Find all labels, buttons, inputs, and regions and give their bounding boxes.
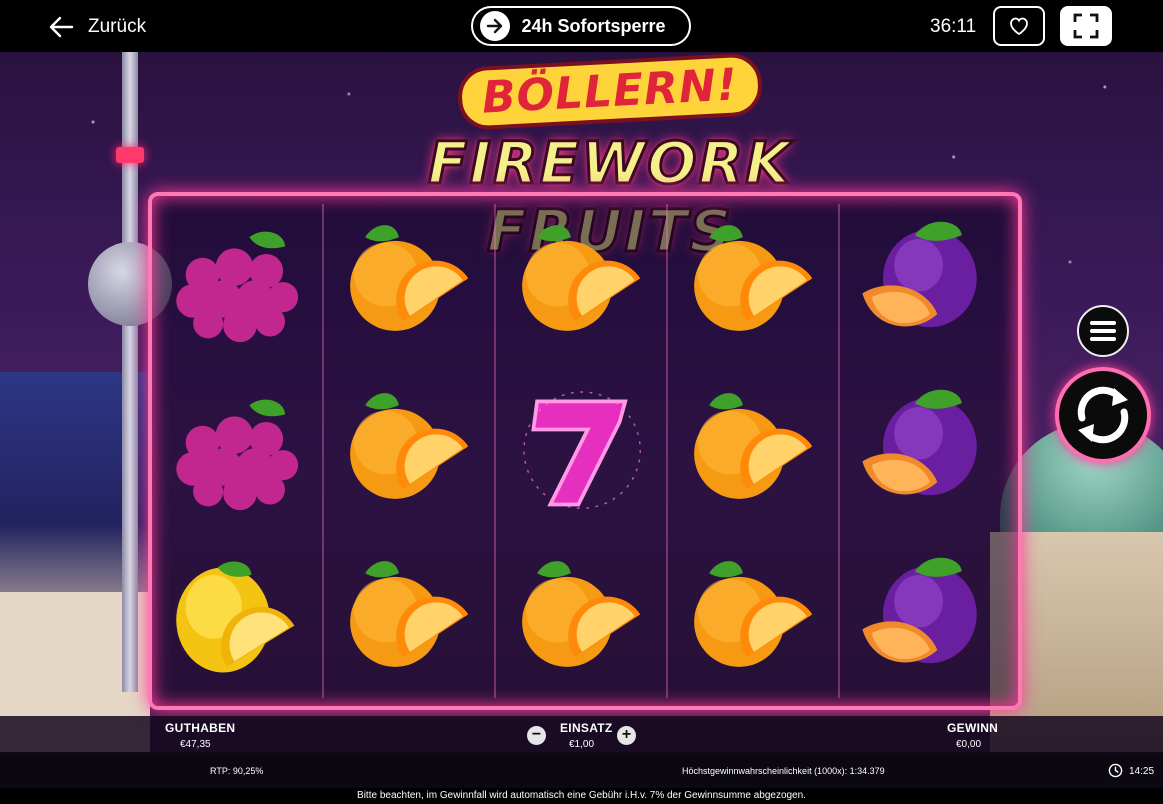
reel-grid	[148, 192, 1022, 710]
logo-line1: BÖLLERN!	[456, 52, 764, 131]
spin-button[interactable]	[1055, 367, 1151, 463]
win-label: GEWINN	[947, 721, 999, 735]
symbol-plum	[848, 372, 1008, 532]
symbol-grapes	[160, 204, 320, 364]
sofortsperre-label: 24h Sofortsperre	[521, 15, 666, 36]
fullscreen-icon	[1073, 13, 1099, 39]
symbol-grapes	[160, 372, 320, 532]
symbol-orange	[676, 204, 836, 364]
menu-icon	[1090, 321, 1116, 341]
hud-bar: GUTHABEN €47,35 − EINSATZ €1,00 + GEWINN…	[0, 716, 1163, 754]
bet-decrease-button[interactable]: −	[527, 726, 546, 745]
symbol-orange	[332, 540, 492, 700]
back-label: Zurück	[88, 16, 147, 37]
top-bar: Zurück 24h Sofortsperre 36:11	[0, 0, 1163, 52]
menu-button[interactable]	[1077, 305, 1129, 357]
clock-time: 14:25	[1129, 766, 1155, 777]
game-area: BÖLLERN! FIREWORK FRUITS	[0, 52, 1163, 752]
rtp-text: RTP: 90,25%	[210, 766, 264, 776]
symbol-orange	[676, 372, 836, 532]
symbol-plum	[848, 204, 1008, 364]
symbol-orange	[504, 204, 664, 364]
arrow-right-icon	[480, 11, 510, 41]
game-logo: BÖLLERN! FIREWORK FRUITS	[300, 52, 920, 267]
balance-value: €47,35	[180, 739, 211, 750]
symbol-orange	[504, 540, 664, 700]
favorite-button[interactable]	[993, 6, 1045, 46]
arrow-left-icon	[49, 16, 74, 38]
max-win-probability: Höchstgewinnwahrscheinlichkeit (1000x): …	[682, 766, 885, 776]
bet-increase-button[interactable]: +	[617, 726, 636, 745]
fullscreen-button[interactable]	[1060, 6, 1112, 46]
symbol-seven	[504, 372, 664, 532]
symbol-plum	[848, 540, 1008, 700]
back-button[interactable]: Zurück	[48, 14, 146, 40]
win-value: €0,00	[956, 739, 982, 750]
info-bar: RTP: 90,25% Höchstgewinnwahrscheinlichke…	[0, 754, 1163, 788]
fee-notice: Bitte beachten, im Gewinnfall wird autom…	[0, 788, 1163, 804]
tv-tower	[88, 52, 172, 692]
heart-icon	[1010, 17, 1028, 36]
balance-label: GUTHABEN	[165, 721, 236, 735]
symbol-orange	[332, 372, 492, 532]
symbol-orange	[332, 204, 492, 364]
sofortsperre-button[interactable]: 24h Sofortsperre	[471, 6, 691, 46]
spin-icon	[1077, 386, 1129, 444]
bet-label: EINSATZ	[560, 721, 613, 735]
symbol-orange	[676, 540, 836, 700]
bet-value: €1,00	[569, 739, 595, 750]
clock-icon	[1108, 763, 1123, 778]
symbol-lemon	[160, 540, 320, 700]
session-timer: 36:11	[930, 16, 977, 37]
